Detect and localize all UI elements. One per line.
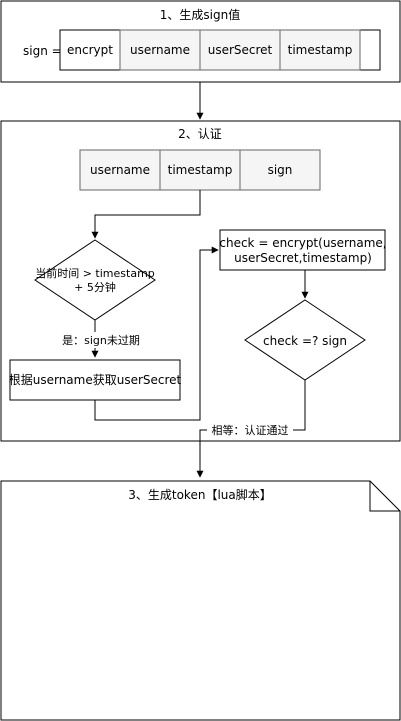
s2-cell-username-label: username [90,163,150,177]
section3-title: 3、生成token【lua脚本】 [128,487,272,502]
flow-diagram: 1、生成sign值 sign = encrypt username userSe… [0,0,401,721]
cell-usersecret-label: userSecret [208,43,273,57]
s2-cell-timestamp-label: timestamp [168,163,233,177]
edge-label-not-expired: 是：sign未过期 [62,334,140,347]
cell-timestamp-label: timestamp [288,43,353,57]
edge-label-equal: 相等：认证通过 [212,423,289,437]
fetch-secret-label: 根据username获取userSecret [9,373,182,387]
cell-encrypt-label: encrypt [67,43,113,57]
decision-check-label: check =? sign [263,334,347,348]
s2-cell-sign-label: sign [268,163,293,177]
cell-username-label: username [130,43,190,57]
decision-time-line2: + 5分钟 [74,280,116,294]
section1-title: 1、生成sign值 [160,7,240,22]
compute-check-line1: check = encrypt(username, [219,236,386,250]
section2-title: 2、认证 [178,127,222,141]
decision-time-line1: 当前时间 > timestamp [35,266,155,280]
sign-label: sign = [23,44,62,58]
section3-document [0,480,401,721]
compute-check-line2: userSecret,timestamp) [234,251,372,265]
